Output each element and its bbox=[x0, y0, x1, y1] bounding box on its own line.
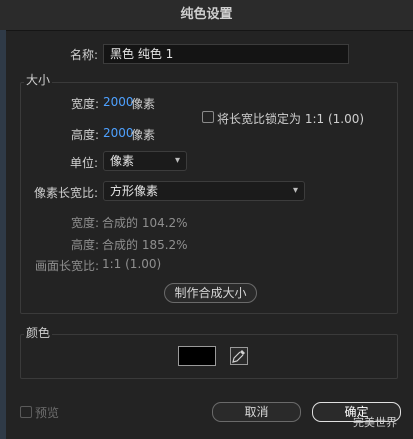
units-select[interactable]: 像素 ▾ bbox=[103, 151, 187, 171]
name-input[interactable]: 黑色 纯色 1 bbox=[103, 44, 349, 64]
info-height-value: 合成的 185.2% bbox=[102, 238, 188, 252]
eyedropper-icon bbox=[232, 350, 245, 363]
cancel-button[interactable]: 取消 bbox=[212, 402, 301, 422]
lock-aspect-label: 将长宽比锁定为 1:1 (1.00) bbox=[217, 112, 365, 126]
lock-aspect-checkbox[interactable] bbox=[202, 111, 214, 123]
pixel-aspect-select-value: 方形像素 bbox=[110, 184, 159, 198]
width-label: 宽度: bbox=[71, 97, 100, 111]
color-swatch[interactable] bbox=[178, 346, 216, 366]
chevron-down-icon: ▾ bbox=[292, 185, 298, 196]
height-value[interactable]: 2000 bbox=[103, 126, 134, 140]
watermark: 完美世界 bbox=[353, 416, 397, 429]
frame-aspect-label: 画面长宽比: bbox=[35, 259, 100, 273]
size-section-label: 大小 bbox=[24, 71, 53, 88]
info-width-label: 宽度: bbox=[71, 216, 100, 230]
info-height-label: 高度: bbox=[71, 238, 100, 252]
height-label: 高度: bbox=[71, 128, 100, 142]
name-label: 名称: bbox=[70, 48, 99, 62]
pixel-aspect-label: 像素长宽比: bbox=[34, 186, 99, 200]
preview-checkbox[interactable] bbox=[20, 406, 32, 418]
units-select-value: 像素 bbox=[110, 154, 135, 168]
color-section-label: 颜色 bbox=[24, 324, 53, 341]
width-unit: 像素 bbox=[131, 97, 156, 111]
pixel-aspect-select[interactable]: 方形像素 ▾ bbox=[103, 181, 305, 201]
height-unit: 像素 bbox=[131, 128, 156, 142]
window-title: 纯色设置 bbox=[0, 0, 413, 31]
background-strip bbox=[0, 30, 6, 439]
frame-aspect-value: 1:1 (1.00) bbox=[102, 257, 162, 271]
units-label: 单位: bbox=[70, 156, 99, 170]
preview-label: 预览 bbox=[35, 406, 60, 420]
width-value[interactable]: 2000 bbox=[103, 95, 134, 109]
info-width-value: 合成的 104.2% bbox=[102, 216, 188, 230]
eyedropper-button[interactable] bbox=[230, 347, 248, 365]
chevron-down-icon: ▾ bbox=[174, 155, 180, 166]
make-comp-size-button[interactable]: 制作合成大小 bbox=[164, 283, 257, 303]
solid-settings-dialog: 纯色设置 名称: 黑色 纯色 1 大小 宽度: 2000 像素 将长宽比锁定为 … bbox=[0, 0, 413, 439]
